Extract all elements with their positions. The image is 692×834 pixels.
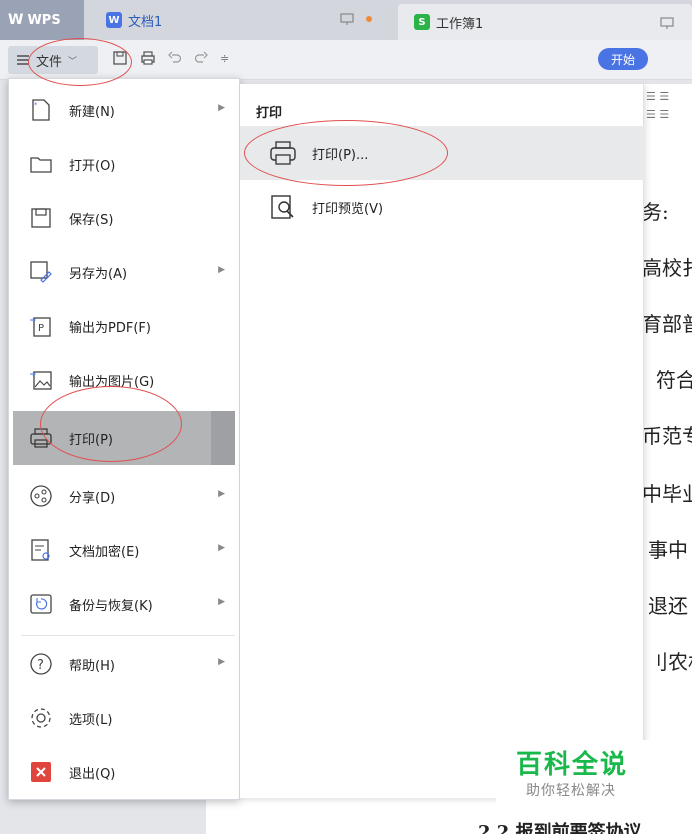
chevron-down-icon: ﹀: [68, 56, 78, 67]
folder-icon: [27, 150, 55, 178]
app-name: WPS: [27, 12, 61, 28]
encrypt-document-icon: [27, 536, 55, 564]
print-icon[interactable]: [140, 50, 156, 66]
watermark: 百科全说 助你轻松解决: [496, 740, 656, 806]
svg-text:?: ?: [37, 658, 44, 673]
chevron-right-icon: ▶: [218, 597, 225, 607]
submenu-item-label: 打印预览(V): [312, 201, 384, 217]
document-text-line: 中毕业: [642, 482, 692, 506]
submenu-title: 打印: [256, 106, 283, 121]
customize-dropdown-icon[interactable]: ≑: [220, 52, 229, 65]
file-menu: * 新建(N) ▶ 打开(O) 保存(S) 另存为(A) ▶ P 输出为PDF(…: [8, 78, 240, 800]
submenu-item-print-preview[interactable]: 打印预览(V): [240, 180, 644, 234]
menu-divider: [21, 635, 235, 636]
print-icon: [268, 138, 298, 168]
menu-item-label: 输出为图片(G): [69, 374, 155, 390]
save-icon: [27, 204, 55, 232]
menu-item-label: 打印(P): [69, 432, 113, 448]
menu-item-export-image[interactable]: 输出为图片(G): [13, 353, 235, 407]
menu-item-label: 另存为(A): [69, 266, 128, 282]
document-text-line: 刂农材: [648, 650, 692, 674]
new-document-icon: *: [27, 96, 55, 124]
svg-text:P: P: [38, 323, 44, 334]
menu-item-label: 分享(D): [69, 490, 116, 506]
menu-item-label: 备份与恢复(K): [69, 598, 153, 614]
close-icon: [27, 758, 55, 786]
tab-bar: W WPS W 文档1 S 工作簿1: [0, 0, 692, 40]
watermark-title: 百科全说: [516, 750, 629, 780]
monitor-icon[interactable]: [660, 16, 674, 30]
monitor-icon[interactable]: [340, 12, 354, 26]
file-menu-label: 文件: [36, 54, 63, 70]
export-image-icon: [27, 366, 55, 394]
document-text-line: 退还: [648, 594, 688, 618]
align-icons[interactable]: ☰ ☰ ☰ ☰: [646, 88, 692, 132]
submenu-item-label: 打印(P)...: [312, 147, 369, 163]
chevron-right-icon: ▶: [218, 657, 225, 667]
wps-home-tab[interactable]: W WPS: [0, 0, 84, 40]
redo-icon[interactable]: [194, 51, 208, 65]
print-preview-icon: [268, 192, 298, 222]
tab-workbook[interactable]: S 工作簿1: [398, 4, 692, 40]
submenu-item-print[interactable]: 打印(P)...: [240, 126, 644, 180]
chevron-right-icon: ▶: [218, 103, 225, 113]
save-as-icon: [27, 258, 55, 286]
document-text-line: 币范专: [642, 424, 692, 448]
export-pdf-icon: P: [27, 312, 55, 340]
menu-item-save[interactable]: 保存(S): [13, 191, 235, 245]
menu-item-label: 保存(S): [69, 212, 114, 228]
menu-item-label: 选项(L): [69, 712, 113, 728]
writer-icon: W: [106, 12, 122, 28]
save-icon[interactable]: [112, 50, 128, 66]
menu-item-new[interactable]: * 新建(N) ▶: [13, 83, 235, 137]
print-icon: [27, 424, 55, 452]
tab-document[interactable]: W 文档1: [84, 0, 394, 40]
document-text-line: 高校扌: [642, 256, 692, 280]
submenu-arrow-area: [211, 411, 235, 465]
menu-item-label: 退出(Q): [69, 766, 116, 782]
document-text-line: 事中: [648, 538, 688, 562]
hamburger-icon: [17, 55, 29, 65]
menu-item-save-as[interactable]: 另存为(A) ▶: [13, 245, 235, 299]
unsaved-dot-icon: [366, 16, 372, 22]
chevron-right-icon: ▶: [218, 265, 225, 275]
menu-item-print[interactable]: 打印(P): [13, 411, 235, 465]
document-text-line: 育部普: [642, 312, 692, 336]
menu-item-options[interactable]: 选项(L): [13, 691, 235, 745]
document-heading: 2.2 报到前要签协议: [478, 822, 642, 834]
chevron-right-icon: ▶: [218, 489, 225, 499]
svg-text:*: *: [34, 101, 38, 109]
tab-workbook-label: 工作簿1: [436, 16, 484, 32]
file-menu-button[interactable]: 文件 ﹀: [8, 46, 98, 74]
undo-icon[interactable]: [168, 51, 182, 65]
menu-item-label: 打开(O): [69, 158, 116, 174]
menu-item-backup[interactable]: 备份与恢复(K) ▶: [13, 577, 235, 631]
menu-item-label: 输出为PDF(F): [69, 320, 151, 336]
tab-document-label: 文档1: [128, 14, 163, 30]
menu-item-share[interactable]: 分享(D) ▶: [13, 469, 235, 523]
gear-icon: [27, 704, 55, 732]
tab-start[interactable]: 开始: [598, 48, 648, 70]
watermark-subtitle: 助你轻松解决: [526, 783, 616, 799]
spreadsheet-icon: S: [414, 14, 430, 30]
share-icon: [27, 482, 55, 510]
menu-item-export-pdf[interactable]: P 输出为PDF(F): [13, 299, 235, 353]
print-submenu: 打印 打印(P)... 打印预览(V): [240, 84, 644, 798]
menu-item-label: 新建(N): [69, 104, 115, 120]
menu-item-exit[interactable]: 退出(Q): [13, 745, 235, 799]
document-text-line: 符合: [656, 368, 692, 392]
menu-item-open[interactable]: 打开(O): [13, 137, 235, 191]
backup-restore-icon: [27, 590, 55, 618]
menu-item-label: 文档加密(E): [69, 544, 140, 560]
wps-logo-icon: W: [8, 12, 24, 28]
help-icon: ?: [27, 650, 55, 678]
menu-item-help[interactable]: ? 帮助(H) ▶: [13, 637, 235, 691]
menu-item-encrypt[interactable]: 文档加密(E) ▶: [13, 523, 235, 577]
menu-item-label: 帮助(H): [69, 658, 115, 674]
quick-toolbar: 文件 ﹀ ≑ 开始: [0, 40, 692, 80]
chevron-right-icon: ▶: [218, 543, 225, 553]
document-text-line: 务:: [642, 200, 669, 224]
